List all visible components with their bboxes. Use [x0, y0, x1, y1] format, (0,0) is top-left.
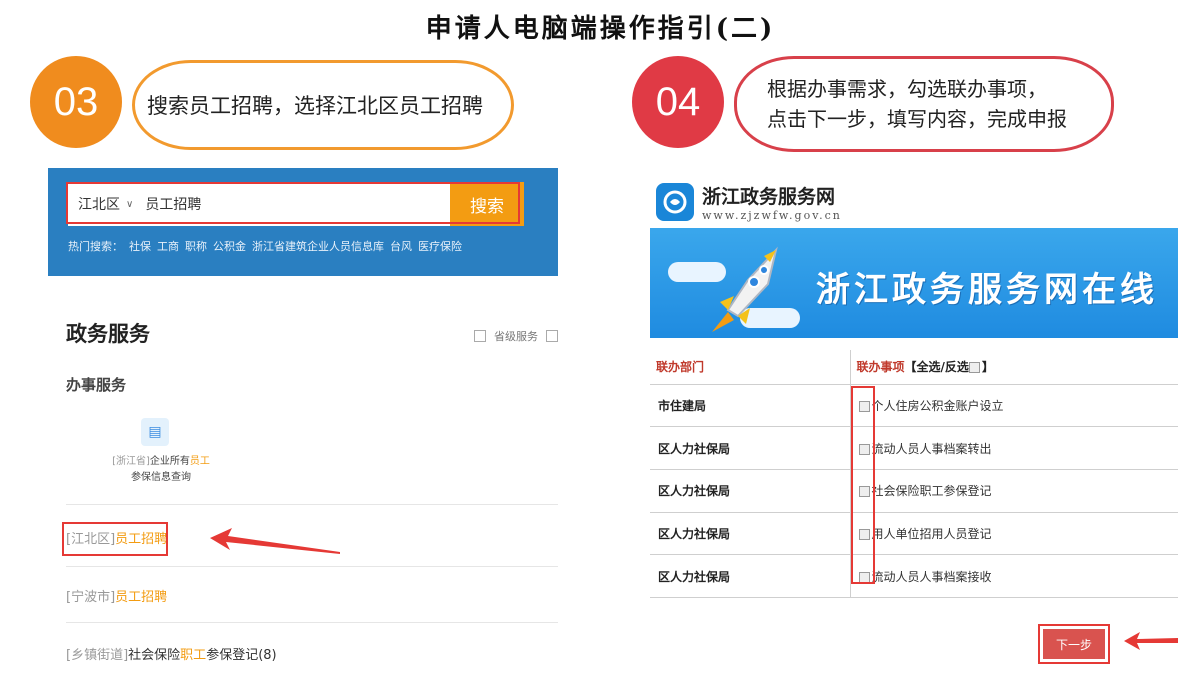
hot-item[interactable]: 职称	[185, 238, 207, 254]
chevron-down-icon: ∨	[126, 198, 134, 210]
rocket-icon	[712, 246, 778, 332]
checkbox-icon[interactable]	[546, 330, 558, 342]
table-header: 联办部门 联办事项【全选/反选】	[650, 350, 1178, 385]
search-button[interactable]: 搜索	[450, 182, 524, 226]
table-row: 区人力社保局 流动人员人事档案接收	[650, 554, 1178, 598]
step-04-badge: 04	[632, 56, 724, 148]
select-all-label: 【全选/反选	[904, 360, 969, 375]
col-item-label: 联办事项	[856, 360, 905, 375]
row-item: 用人单位招用人员登记	[850, 512, 1178, 556]
portal-logo: 浙江政务服务网 www.zjzwfw.gov.cn	[656, 182, 842, 222]
row-dept: 区人力社保局	[650, 426, 851, 470]
row-checkbox[interactable]	[858, 528, 870, 540]
row-item-label: 流动人员人事档案接收	[871, 569, 992, 584]
row-item: 流动人员人事档案接收	[850, 554, 1178, 598]
filter-label: 省级服务	[494, 330, 538, 343]
row-dept: 区人力社保局	[650, 512, 851, 556]
search-input[interactable]	[145, 196, 396, 212]
row-checkbox[interactable]	[858, 443, 870, 455]
result-item-ningbo[interactable]: [宁波市]员工招聘	[66, 586, 167, 605]
row-item-label: 个人住房公积金账户设立	[871, 398, 1004, 413]
row-dept: 市住建局	[650, 384, 851, 428]
result-region: [江北区]	[66, 532, 116, 547]
col-dept-header: 联办部门	[650, 350, 851, 385]
row-item-label: 社会保险职工参保登记	[871, 484, 992, 499]
table-row: 市住建局 个人住房公积金账户设立	[650, 384, 1178, 428]
hot-label: 热门搜索：	[68, 240, 123, 253]
result-item-township[interactable]: [乡镇街道]社会保险职工参保登记(8)	[66, 644, 277, 663]
step-04-line-2: 点击下一步，填写内容，完成申报	[767, 107, 1067, 131]
step-03-text: 搜索员工招聘，选择江北区员工招聘	[147, 94, 483, 118]
row-dept: 区人力社保局	[650, 554, 851, 598]
row-item-label: 流动人员人事档案转出	[871, 441, 992, 456]
row-checkbox[interactable]	[858, 571, 870, 583]
sub-title: 办事服务	[66, 376, 127, 394]
table-row: 区人力社保局 社会保险职工参保登记	[650, 469, 1178, 513]
row-item-label: 用人单位招用人员登记	[871, 526, 992, 541]
service-card-highlight: 员工	[189, 456, 210, 467]
row-item: 社会保险职工参保登记	[850, 469, 1178, 513]
table-row: 区人力社保局 用人单位招用人员登记	[650, 512, 1178, 556]
divider	[66, 504, 558, 505]
result-name: 员工招聘	[115, 532, 168, 547]
step-03-callout: 搜索员工招聘，选择江北区员工招聘	[132, 60, 514, 150]
result-name: 员工招聘	[115, 590, 168, 605]
result-region: [宁波市]	[66, 590, 116, 605]
divider	[66, 622, 558, 623]
next-step-button[interactable]: 下一步	[1043, 629, 1105, 659]
row-dept: 区人力社保局	[650, 469, 851, 513]
table-row: 区人力社保局 流动人员人事档案转出	[650, 426, 1178, 470]
search-results: 政务服务 省级服务 办事服务 ▤ [浙江省]企业所有员工 参保信息查询 [江北区…	[48, 276, 558, 676]
arrow-right-icon	[1124, 632, 1178, 650]
result-pre: 社会保险	[128, 648, 181, 663]
checkbox-icon[interactable]	[474, 330, 486, 342]
region-label: 江北区	[78, 197, 120, 213]
result-post: 参保登记(8)	[206, 648, 277, 663]
hot-item[interactable]: 台风	[390, 238, 412, 254]
arrow-left-icon	[210, 528, 340, 554]
result-item-jiangbei[interactable]: [江北区]员工招聘	[66, 528, 167, 547]
col-item-header: 联办事项【全选/反选】	[850, 350, 1178, 385]
service-card-line2: 参保信息查询	[131, 472, 191, 483]
service-card-mid: 企业所有	[149, 456, 190, 467]
hot-item[interactable]: 公积金	[213, 238, 246, 254]
service-card-prefix: [浙江省]	[112, 456, 150, 467]
next-button-highlight-box: 下一步	[1038, 624, 1110, 664]
search-box: 江北区 ∨ 搜索	[68, 182, 524, 226]
search-band: 江北区 ∨ 搜索 热门搜索： 社保 工商 职称 公积金 浙江省建筑企业人员信息库…	[48, 168, 558, 276]
joint-items-table: 联办部门 联办事项【全选/反选】 市住建局 个人住房公积金账户设立 区人力社保局…	[650, 350, 1178, 598]
result-region: [乡镇街道]	[66, 648, 129, 663]
hot-item[interactable]: 医疗保险	[418, 238, 462, 254]
hot-item[interactable]: 浙江省建筑企业人员信息库	[252, 238, 384, 254]
select-all-checkbox[interactable]	[968, 362, 980, 374]
result-name: 职工	[180, 648, 207, 663]
service-card-label[interactable]: [浙江省]企业所有员工 参保信息查询	[106, 454, 216, 486]
hot-item[interactable]: 工商	[157, 238, 179, 254]
row-item: 个人住房公积金账户设立	[850, 384, 1178, 428]
row-item: 流动人员人事档案转出	[850, 426, 1178, 470]
row-checkbox[interactable]	[858, 486, 870, 498]
row-checkbox[interactable]	[858, 400, 870, 412]
step-04-line-1: 根据办事需求，勾选联办事项，	[767, 77, 1047, 101]
document-icon[interactable]: ▤	[141, 418, 169, 446]
hot-searches: 热门搜索： 社保 工商 职称 公积金 浙江省建筑企业人员信息库 台风 医疗保险	[68, 238, 462, 254]
select-all-end: 】	[981, 360, 994, 375]
divider	[66, 566, 558, 567]
section-title: 政务服务	[66, 322, 150, 346]
region-select[interactable]: 江北区 ∨	[68, 194, 133, 214]
step-03-badge: 03	[30, 56, 122, 148]
step-04-callout: 根据办事需求，勾选联办事项， 点击下一步，填写内容，完成申报	[734, 56, 1114, 152]
filter-provincial[interactable]: 省级服务	[474, 328, 558, 344]
portal-logo-icon	[656, 183, 694, 221]
portal-url: www.zjzwfw.gov.cn	[702, 209, 842, 222]
portal-banner: 浙江政务服务网在线	[650, 228, 1178, 338]
banner-text: 浙江政务服务网在线	[816, 270, 1158, 310]
portal-name: 浙江政务服务网	[702, 186, 836, 208]
page-title: 申请人电脑端操作指引(二)	[425, 14, 776, 44]
hot-item[interactable]: 社保	[129, 238, 151, 254]
